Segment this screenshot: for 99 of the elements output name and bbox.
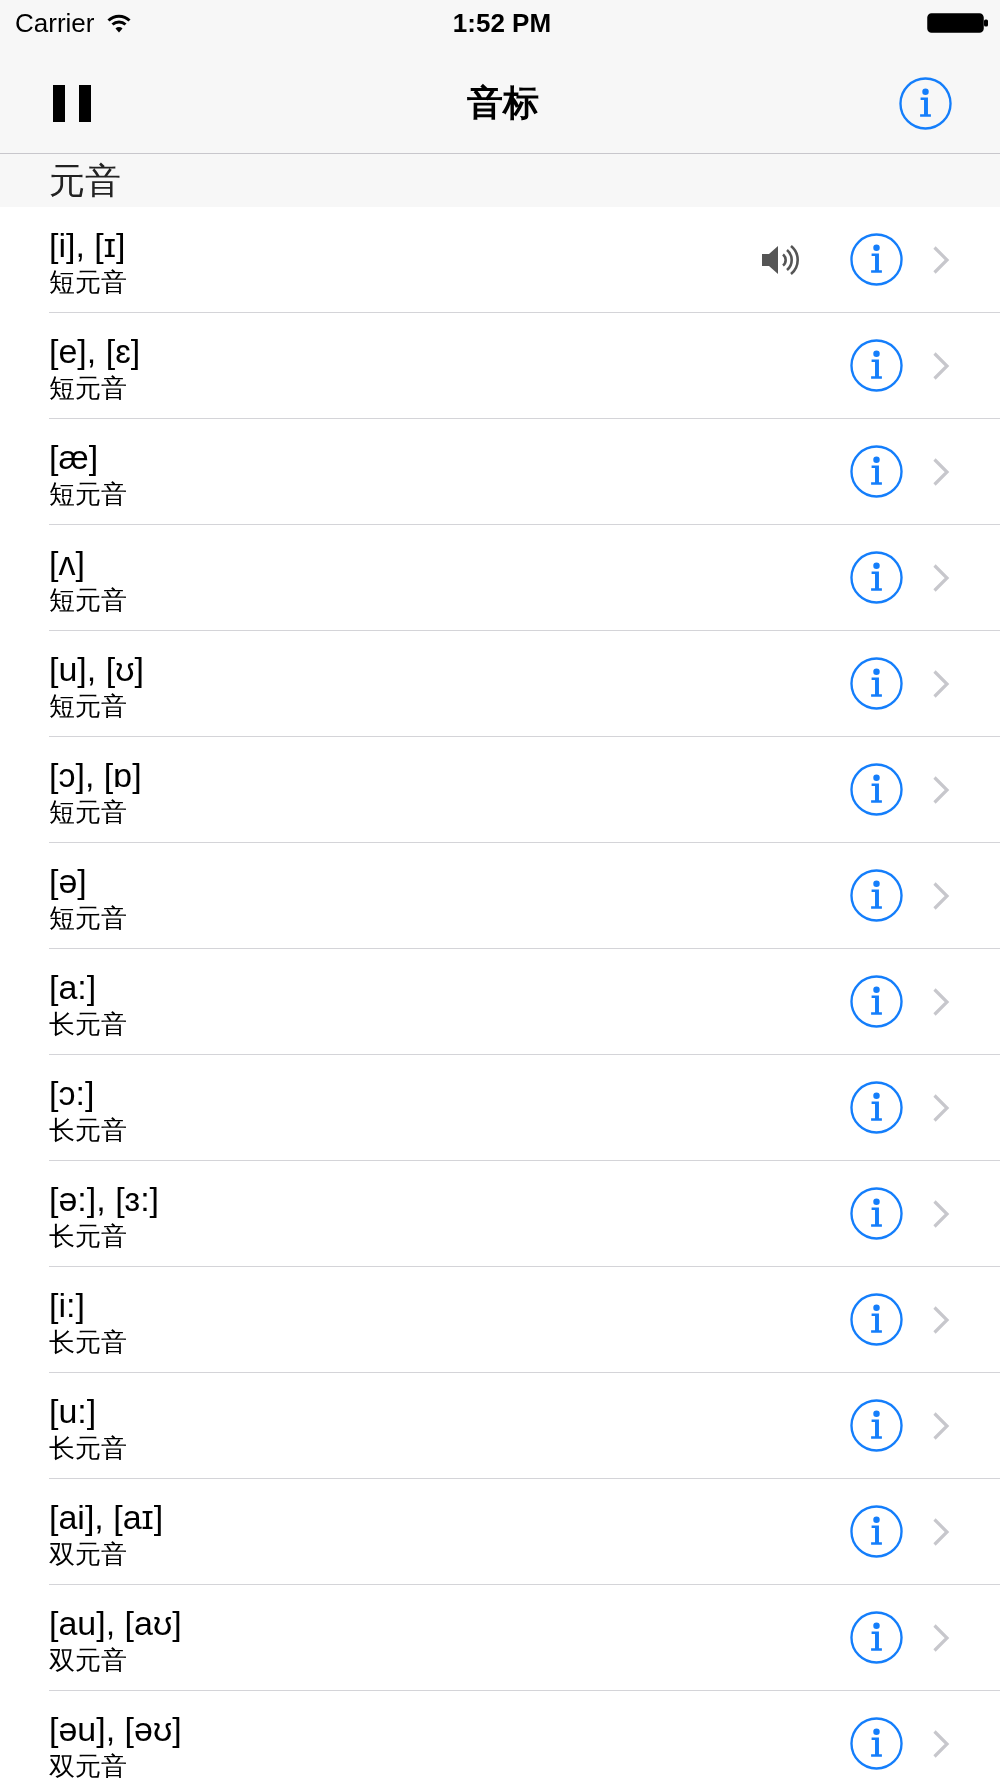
info-icon — [850, 339, 903, 392]
chevron-icon — [932, 774, 950, 805]
info-button[interactable] — [850, 763, 903, 816]
info-icon — [899, 76, 952, 130]
phonetic-list-item[interactable]: [ʌ] 短元音 — [49, 525, 1000, 631]
phonetic-list-item[interactable]: [ə:], [ɜ:] 长元音 — [49, 1161, 1000, 1267]
phonetic-symbol: [i:] — [49, 1285, 85, 1325]
info-button[interactable] — [850, 445, 903, 498]
chevron-icon — [932, 562, 950, 593]
info-icon — [850, 445, 903, 498]
battery-icon — [927, 12, 989, 33]
phonetic-list-item[interactable]: [əu], [əʊ] 双元音 — [49, 1691, 1000, 1778]
phonetic-symbol: [u:] — [49, 1391, 97, 1431]
phonetic-symbol: [ʌ] — [49, 543, 85, 583]
vowel-category: 短元音 — [49, 690, 127, 723]
phonetic-symbol: [i], [ɪ] — [49, 225, 126, 265]
info-button[interactable] — [850, 1611, 903, 1664]
vowel-category: 短元音 — [49, 902, 127, 935]
vowel-category: 长元音 — [49, 1008, 127, 1041]
vowel-category: 短元音 — [49, 796, 127, 829]
phonetic-list-item[interactable]: [au], [aʊ] 双元音 — [49, 1585, 1000, 1691]
phonetic-list-item[interactable]: [ɔ], [ɒ] 短元音 — [49, 737, 1000, 843]
vowel-category: 长元音 — [49, 1432, 127, 1465]
phonetic-symbol: [ai], [aɪ] — [49, 1497, 164, 1537]
phonetic-symbol: [ɔ], [ɒ] — [49, 755, 142, 795]
vowel-category: 长元音 — [49, 1114, 127, 1147]
phonetic-list-item[interactable]: [u:] 长元音 — [49, 1373, 1000, 1479]
section-title: 元音 — [49, 159, 121, 202]
chevron-icon — [932, 350, 950, 381]
info-button[interactable] — [850, 551, 903, 604]
info-button[interactable] — [850, 1187, 903, 1240]
info-button[interactable] — [850, 1505, 903, 1558]
info-button[interactable] — [850, 233, 903, 286]
phonetic-symbol: [ə:], [ɜ:] — [49, 1179, 160, 1219]
info-icon — [850, 869, 903, 922]
phonetic-symbol: [a:] — [49, 967, 97, 1007]
info-icon — [850, 1293, 903, 1346]
info-icon — [850, 1505, 903, 1558]
vowel-category: 双元音 — [49, 1750, 127, 1778]
info-button[interactable] — [850, 657, 903, 710]
info-icon — [850, 657, 903, 710]
chevron-icon — [932, 668, 950, 699]
phonetic-symbol: [æ] — [49, 437, 99, 477]
pause-button-icon[interactable] — [53, 84, 91, 122]
vowel-category: 短元音 — [49, 372, 127, 405]
phonetic-list-item[interactable]: [i:] 长元音 — [49, 1267, 1000, 1373]
info-button[interactable] — [850, 1399, 903, 1452]
chevron-icon — [932, 1198, 950, 1229]
phonetic-symbol: [e], [ɛ] — [49, 331, 141, 371]
info-button[interactable] — [850, 1293, 903, 1346]
chevron-icon — [932, 456, 950, 487]
phonetic-symbol: [u], [ʊ] — [49, 649, 144, 689]
info-icon — [850, 551, 903, 604]
phonetic-symbol: [ə] — [49, 861, 87, 901]
phonetic-list-item[interactable]: [ɔ:] 长元音 — [49, 1055, 1000, 1161]
clock-time: 1:52 PM — [452, 7, 552, 38]
phonetic-list-item[interactable]: [u], [ʊ] 短元音 — [49, 631, 1000, 737]
carrier-name: Carrier — [15, 7, 95, 38]
phonetic-list-item[interactable]: [e], [ɛ] 短元音 — [49, 313, 1000, 419]
info-button[interactable] — [850, 1717, 903, 1770]
info-icon — [850, 1081, 903, 1134]
screen-title: 音标 — [466, 81, 539, 125]
phonetic-list-item[interactable]: [i], [ɪ] 短元音 — [49, 207, 1000, 313]
chevron-icon — [932, 1728, 950, 1759]
vowel-category: 双元音 — [49, 1538, 127, 1571]
info-button[interactable] — [850, 869, 903, 922]
info-icon — [850, 1611, 903, 1664]
vowel-category: 短元音 — [49, 584, 127, 617]
phonetic-list-item[interactable]: [ə] 短元音 — [49, 843, 1000, 949]
phonetic-list-item[interactable]: [a:] 长元音 — [49, 949, 1000, 1055]
info-icon — [850, 975, 903, 1028]
vowel-category: 短元音 — [49, 266, 127, 299]
chevron-icon — [932, 1092, 950, 1123]
vowel-category: 短元音 — [49, 478, 127, 511]
wifi-icon — [106, 12, 133, 33]
info-button[interactable] — [899, 76, 952, 130]
phonetic-list-item[interactable]: [ai], [aɪ] 双元音 — [49, 1479, 1000, 1585]
phonetic-list-item[interactable]: [æ] 短元音 — [49, 419, 1000, 525]
chevron-icon — [932, 244, 950, 275]
info-icon — [850, 233, 903, 286]
info-icon — [850, 1399, 903, 1452]
info-button[interactable] — [850, 1081, 903, 1134]
phonetic-symbol: [ɔ:] — [49, 1073, 95, 1113]
info-icon — [850, 1187, 903, 1240]
vowel-category: 双元音 — [49, 1644, 127, 1677]
chevron-icon — [932, 880, 950, 911]
vowel-category: 长元音 — [49, 1220, 127, 1253]
chevron-icon — [932, 1410, 950, 1441]
info-button[interactable] — [850, 975, 903, 1028]
chevron-icon — [932, 1622, 950, 1653]
phonetic-symbol: [əu], [əʊ] — [49, 1709, 182, 1749]
phonetic-symbol: [au], [aʊ] — [49, 1603, 182, 1643]
chevron-icon — [932, 1516, 950, 1547]
info-button[interactable] — [850, 339, 903, 392]
info-icon — [850, 763, 903, 816]
chevron-icon — [932, 1304, 950, 1335]
vowel-category: 长元音 — [49, 1326, 127, 1359]
chevron-icon — [932, 986, 950, 1017]
info-icon — [850, 1717, 903, 1770]
